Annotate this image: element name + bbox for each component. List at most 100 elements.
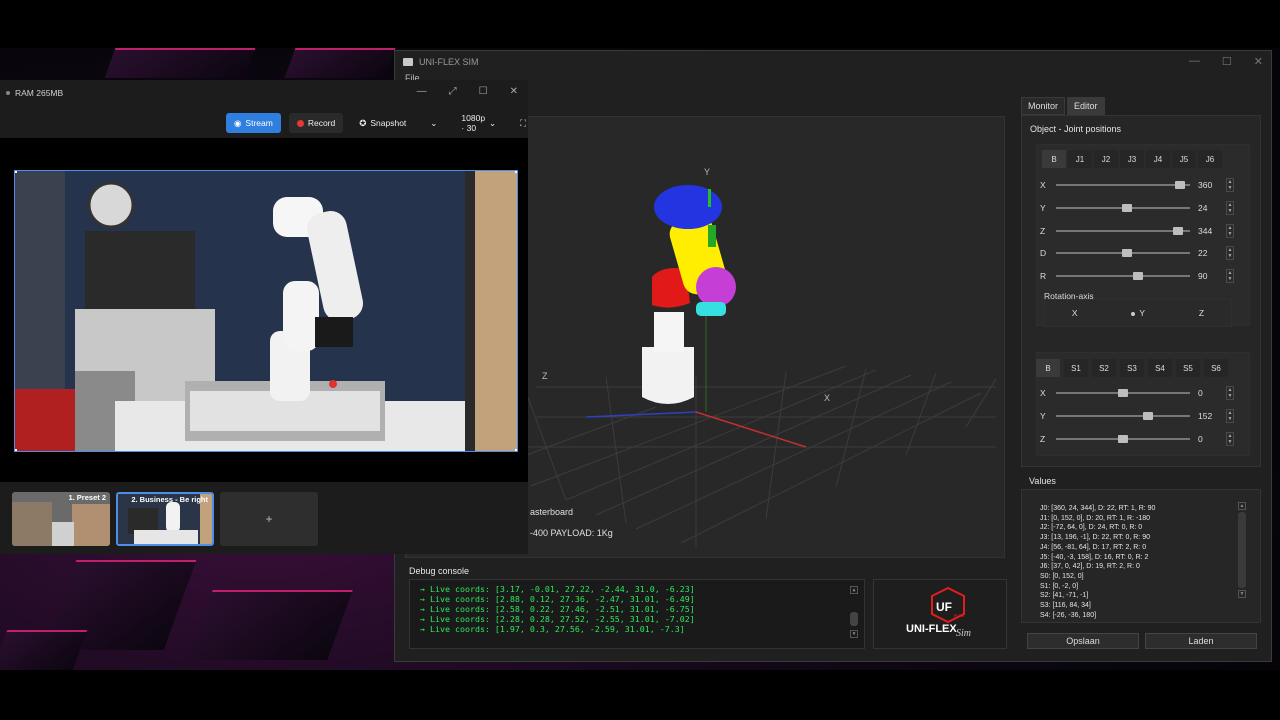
stream-button[interactable]: ◉ Stream <box>226 113 281 133</box>
load-button[interactable]: Laden <box>1145 633 1257 649</box>
add-scene-button[interactable]: + <box>220 492 318 546</box>
spinner-icon[interactable]: ▲ ▼ <box>1226 432 1234 446</box>
tab-editor[interactable]: Editor <box>1067 97 1105 115</box>
logo-text: UNI-FLEX <box>906 623 957 635</box>
spinner-icon[interactable]: ▲ ▼ <box>1226 178 1234 192</box>
scroll-down-icon[interactable]: ▼ <box>850 630 858 638</box>
console-line: → Live coords: [2.28, 0.28, 27.52, -2.55… <box>420 614 695 624</box>
snapshot-dropdown[interactable]: ⌄ <box>422 113 445 133</box>
spinner-icon[interactable]: ▲ ▼ <box>1226 409 1234 423</box>
resize-handle[interactable] <box>515 449 517 451</box>
joint-button-j5[interactable]: J5 <box>1172 150 1196 168</box>
minimize-button[interactable]: — <box>417 86 427 97</box>
joint-button-j4[interactable]: J4 <box>1146 150 1170 168</box>
minimize-button[interactable]: — <box>1189 55 1200 68</box>
maximize-button[interactable]: ☐ <box>1222 55 1232 68</box>
radio-z[interactable]: Z <box>1199 308 1204 318</box>
tab-monitor[interactable]: Monitor <box>1021 97 1066 115</box>
resize-handle[interactable] <box>515 171 517 173</box>
servo-button-s4[interactable]: S4 <box>1148 359 1172 377</box>
camera-feed[interactable] <box>14 170 518 452</box>
camera-window: RAM 265MB — ⤢ ☐ ✕ ◉ Stream Record ✪ Snap… <box>0 80 528 554</box>
joint-button-b[interactable]: B <box>1042 150 1066 168</box>
slider-value[interactable]: 360 <box>1198 180 1226 190</box>
scene-thumbnail-active[interactable]: 2. Business - Be right <box>116 492 214 546</box>
resize-handle[interactable] <box>15 171 17 173</box>
slider-track[interactable] <box>1056 412 1190 420</box>
value-line: S2: [41, -71, -1] <box>1040 592 1089 600</box>
status-dot-icon <box>6 91 10 95</box>
slider-handle[interactable] <box>1142 412 1153 420</box>
restore-button[interactable]: ⤢ <box>449 86 457 97</box>
debug-console[interactable]: → Live coords: [3.17, -0.01, 27.22, -2.4… <box>409 579 865 649</box>
spinner-icon[interactable]: ▲ ▼ <box>1226 201 1234 215</box>
slider-label: X <box>1040 180 1046 190</box>
servo-button-s1[interactable]: S1 <box>1064 359 1088 377</box>
values-scrollbar[interactable]: ▲ ▼ <box>1238 502 1246 612</box>
slider-value[interactable]: 24 <box>1198 203 1226 213</box>
values-list-box[interactable]: J0: [360, 24, 344], D: 22, RT: 1, R: 90 … <box>1021 489 1261 623</box>
slider-label: X <box>1040 388 1046 398</box>
scroll-thumb[interactable] <box>850 612 858 626</box>
slider-value[interactable]: 0 <box>1198 434 1226 444</box>
camera-shutter-icon: ✪ <box>359 117 367 128</box>
slider-value[interactable]: 152 <box>1198 411 1226 421</box>
snapshot-button[interactable]: ✪ Snapshot <box>351 113 414 133</box>
scroll-thumb[interactable] <box>1238 512 1246 588</box>
slider-handle[interactable] <box>1118 389 1128 397</box>
slider-handle[interactable] <box>1132 272 1143 280</box>
servo-button-s3[interactable]: S3 <box>1120 359 1144 377</box>
robot-arm-model <box>642 185 736 404</box>
spinner-icon[interactable]: ▲ ▼ <box>1226 246 1234 260</box>
save-button[interactable]: Opslaan <box>1027 633 1139 649</box>
slider-value[interactable]: 22 <box>1198 248 1226 258</box>
slider-track[interactable] <box>1056 249 1190 257</box>
slider-value[interactable]: 0 <box>1198 388 1226 398</box>
scroll-up-icon[interactable]: ▲ <box>1238 502 1246 510</box>
spinner-icon[interactable]: ▲ ▼ <box>1226 386 1234 400</box>
slider-track[interactable] <box>1056 204 1190 212</box>
scroll-down-icon[interactable]: ▼ <box>1238 590 1246 598</box>
chevron-down-icon: ⌄ <box>430 117 438 128</box>
plus-icon: + <box>265 512 273 526</box>
fullscreen-button[interactable]: ⛶ <box>512 113 534 133</box>
slider-handle[interactable] <box>1172 227 1183 235</box>
resize-handle[interactable] <box>15 449 17 451</box>
slider-value[interactable]: 344 <box>1198 226 1226 236</box>
slider-label: Y <box>1040 411 1046 421</box>
slider-track[interactable] <box>1056 227 1190 235</box>
quality-dropdown[interactable]: 1080p · 30 ⌄ <box>453 113 504 133</box>
close-button[interactable]: ✕ <box>1254 55 1263 68</box>
console-line: → Live coords: [3.17, -0.01, 27.22, -2.4… <box>420 584 695 594</box>
joint-button-j1[interactable]: J1 <box>1068 150 1092 168</box>
record-button[interactable]: Record <box>288 113 344 133</box>
slider-handle[interactable] <box>1121 249 1132 257</box>
slider-track[interactable] <box>1056 272 1190 280</box>
radio-x[interactable]: X <box>1072 308 1078 318</box>
joint-button-j3[interactable]: J3 <box>1120 150 1144 168</box>
spinner-icon[interactable]: ▲ ▼ <box>1226 224 1234 238</box>
slider-handle[interactable] <box>1121 204 1132 212</box>
maximize-button[interactable]: ☐ <box>479 86 488 97</box>
servo-button-s2[interactable]: S2 <box>1092 359 1116 377</box>
scene-thumbnail[interactable]: 1. Preset 2 <box>12 492 110 546</box>
radio-y[interactable]: Y <box>1131 308 1145 318</box>
spinner-icon[interactable]: ▲ ▼ <box>1226 269 1234 283</box>
debug-console-title: Debug console <box>409 566 470 576</box>
servo-button-b[interactable]: B <box>1036 359 1060 377</box>
slider-track[interactable] <box>1056 435 1190 443</box>
joint-button-j6[interactable]: J6 <box>1198 150 1222 168</box>
servo-button-s6[interactable]: S6 <box>1204 359 1228 377</box>
scroll-up-icon[interactable]: ▲ <box>850 586 858 594</box>
logo-badge: FLEX <box>954 613 965 618</box>
slider-track[interactable] <box>1056 389 1190 397</box>
servo-button-s5[interactable]: S5 <box>1176 359 1200 377</box>
close-button[interactable]: ✕ <box>510 86 518 97</box>
slider-handle[interactable] <box>1175 181 1186 189</box>
joint-button-j2[interactable]: J2 <box>1094 150 1118 168</box>
slider-track[interactable] <box>1056 181 1190 189</box>
letterbox-top <box>0 0 1280 48</box>
slider-value[interactable]: 90 <box>1198 271 1226 281</box>
console-scrollbar[interactable]: ▲ ▼ <box>850 586 858 642</box>
slider-handle[interactable] <box>1118 435 1128 443</box>
